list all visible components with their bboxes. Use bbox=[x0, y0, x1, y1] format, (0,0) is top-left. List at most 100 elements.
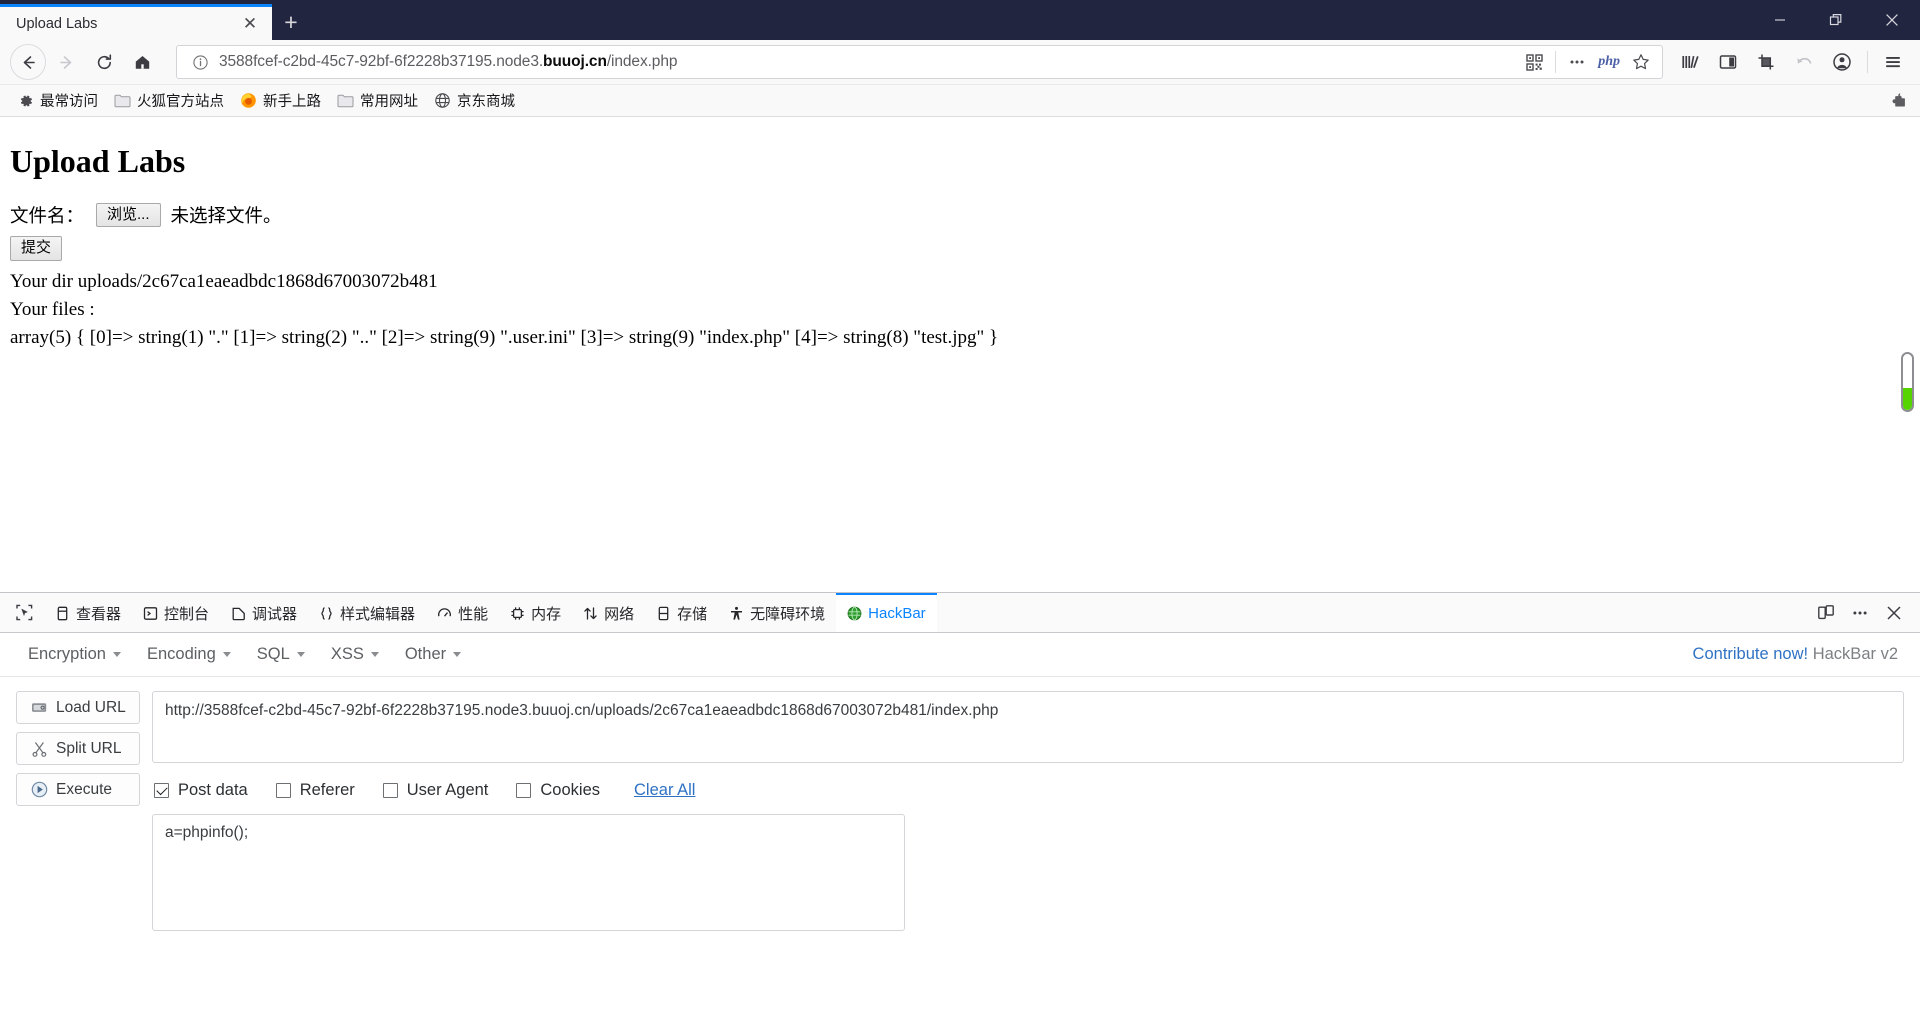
inspector-icon bbox=[55, 606, 70, 621]
execute-button[interactable]: Execute bbox=[16, 773, 140, 806]
referer-checkbox[interactable]: Referer bbox=[275, 781, 355, 800]
bookmarks-bar: 最常访问 火狐官方站点 新手上路 常用网址 京东商城 bbox=[0, 85, 1920, 117]
submit-button[interactable]: 提交 bbox=[10, 236, 63, 261]
restore-icon[interactable] bbox=[1808, 0, 1864, 40]
chevron-down-icon bbox=[222, 652, 231, 657]
clear-all-link[interactable]: Clear All bbox=[634, 781, 695, 800]
page-title: Upload Labs bbox=[10, 143, 186, 179]
hackbar-menu-bar: Encryption Encoding SQL XSS Other Contri… bbox=[0, 633, 1920, 677]
checkbox-label: Referer bbox=[299, 781, 355, 799]
devtools-tab-label: 调试器 bbox=[252, 606, 298, 623]
page-scrollbar[interactable] bbox=[1901, 352, 1914, 412]
hackbar-version-info: Contribute now! HackBar v2 bbox=[1693, 645, 1904, 664]
qr-code-icon[interactable] bbox=[1519, 47, 1549, 77]
page-content: Upload Labs 文件名： 浏览... 未选择文件。 提交 Your di… bbox=[0, 117, 1920, 592]
screenshot-icon[interactable] bbox=[1749, 45, 1783, 79]
bookmark-item-jd[interactable]: 京东商城 bbox=[426, 87, 523, 114]
new-tab-button[interactable]: + bbox=[272, 4, 310, 40]
chevron-down-icon bbox=[370, 652, 379, 657]
library-icon[interactable] bbox=[1673, 45, 1707, 79]
hackbar-post-data-textarea[interactable]: a=phpinfo(); bbox=[152, 814, 905, 931]
php-extension-icon[interactable]: php bbox=[1594, 54, 1624, 70]
minimize-icon[interactable] bbox=[1752, 0, 1808, 40]
folder-icon bbox=[114, 93, 131, 108]
hackbar-menu-other[interactable]: Other bbox=[393, 639, 475, 670]
reload-icon[interactable] bbox=[86, 44, 122, 80]
bookmark-label: 京东商城 bbox=[457, 94, 515, 110]
bookmark-label: 火狐官方站点 bbox=[137, 94, 224, 110]
element-picker-icon[interactable] bbox=[4, 593, 44, 632]
browser-toolbar-actions bbox=[1673, 45, 1910, 79]
contribute-link[interactable]: Contribute now! bbox=[1693, 645, 1809, 663]
hackbar-version-label: HackBar v2 bbox=[1812, 645, 1898, 663]
menu-label: Encryption bbox=[28, 645, 106, 663]
extensions-puzzle-icon[interactable] bbox=[1888, 91, 1908, 111]
address-bar[interactable]: 3588fcef-c2bd-45c7-92bf-6f2228b37195.nod… bbox=[176, 45, 1663, 79]
devtools-tab-storage[interactable]: 存储 bbox=[645, 593, 718, 632]
folder-icon bbox=[337, 93, 354, 108]
user-agent-checkbox[interactable]: User Agent bbox=[382, 781, 489, 800]
file-upload-row: 文件名： 浏览... 未选择文件。 bbox=[10, 202, 1912, 228]
devtools-tab-style-editor[interactable]: 样式编辑器 bbox=[308, 593, 426, 632]
accessibility-icon bbox=[729, 606, 744, 621]
split-url-button[interactable]: Split URL bbox=[16, 732, 140, 765]
load-url-button[interactable]: Load URL bbox=[16, 691, 140, 724]
hackbar-menu-xss[interactable]: XSS bbox=[319, 639, 393, 670]
devtools-tab-label: 控制台 bbox=[164, 606, 210, 623]
devtools-tab-accessibility[interactable]: 无障碍环境 bbox=[718, 593, 836, 632]
page-actions-icon[interactable] bbox=[1562, 47, 1592, 77]
devtools-tab-memory[interactable]: 内存 bbox=[499, 593, 572, 632]
cookies-checkbox[interactable]: Cookies bbox=[516, 781, 600, 800]
devtools-tab-console[interactable]: 控制台 bbox=[132, 593, 220, 632]
network-icon bbox=[583, 606, 598, 621]
bookmark-item-common-sites[interactable]: 常用网址 bbox=[329, 87, 426, 114]
performance-icon bbox=[437, 606, 452, 621]
hackbar-icon bbox=[847, 606, 862, 621]
devtools-tab-label: 内存 bbox=[531, 606, 562, 623]
forward-icon bbox=[48, 44, 84, 80]
bookmark-item-newbie[interactable]: 新手上路 bbox=[232, 87, 329, 114]
devtools-options-icon[interactable] bbox=[1844, 597, 1876, 629]
devtools-tab-performance[interactable]: 性能 bbox=[426, 593, 499, 632]
window-title-bar: Upload Labs ✕ + bbox=[0, 0, 1920, 40]
button-label: Load URL bbox=[56, 698, 126, 716]
bookmark-star-icon[interactable] bbox=[1626, 47, 1656, 77]
hackbar-menu-sql[interactable]: SQL bbox=[245, 639, 319, 670]
sidebar-icon[interactable] bbox=[1711, 45, 1745, 79]
your-files-label: Your files : bbox=[10, 298, 95, 320]
bookmark-label: 常用网址 bbox=[360, 94, 418, 110]
hackbar-menu-encoding[interactable]: Encoding bbox=[135, 639, 245, 670]
divider bbox=[1555, 51, 1557, 73]
browser-tab-active[interactable]: Upload Labs ✕ bbox=[0, 4, 272, 40]
devtools-tab-hackbar[interactable]: HackBar bbox=[836, 593, 937, 632]
storage-icon bbox=[656, 606, 671, 621]
menu-label: SQL bbox=[256, 645, 290, 663]
checkbox-box bbox=[516, 783, 532, 798]
chevron-down-icon bbox=[453, 652, 462, 657]
post-data-checkbox[interactable]: Post data bbox=[154, 781, 248, 800]
responsive-design-mode-icon[interactable] bbox=[1810, 597, 1842, 629]
hackbar-url-input[interactable]: http://3588fcef-c2bd-45c7-92bf-6f2228b37… bbox=[152, 691, 1904, 763]
hackbar-options-row: Post data Referer User Agent Cookies Cle… bbox=[154, 781, 1904, 800]
divider bbox=[1867, 51, 1868, 73]
home-icon[interactable] bbox=[124, 44, 160, 80]
address-bar-actions: php bbox=[1519, 47, 1656, 77]
devtools-tab-inspector[interactable]: 查看器 bbox=[44, 593, 132, 632]
devtools-tab-label: 无障碍环境 bbox=[750, 606, 826, 623]
back-icon[interactable] bbox=[10, 44, 46, 80]
browse-button[interactable]: 浏览... bbox=[96, 202, 161, 228]
devtools-tab-network[interactable]: 网络 bbox=[572, 593, 645, 632]
close-icon[interactable]: ✕ bbox=[238, 12, 262, 36]
close-devtools-icon[interactable] bbox=[1878, 597, 1910, 629]
hackbar-body: Load URL Split URL Execute http://3588fc… bbox=[0, 677, 1920, 931]
address-bar-url: 3588fcef-c2bd-45c7-92bf-6f2228b37195.nod… bbox=[219, 53, 678, 70]
devtools-tab-debugger[interactable]: 调试器 bbox=[220, 593, 308, 632]
hamburger-menu-icon[interactable] bbox=[1876, 45, 1910, 79]
bookmark-item-firefox-official[interactable]: 火狐官方站点 bbox=[106, 87, 232, 114]
hackbar-menu-encryption[interactable]: Encryption bbox=[16, 639, 135, 670]
site-info-icon[interactable] bbox=[189, 51, 211, 73]
bookmark-item-most-visited[interactable]: 最常访问 bbox=[10, 87, 106, 114]
checkbox-label: User Agent bbox=[406, 781, 489, 799]
close-window-icon[interactable] bbox=[1864, 0, 1920, 40]
account-icon[interactable] bbox=[1825, 45, 1859, 79]
